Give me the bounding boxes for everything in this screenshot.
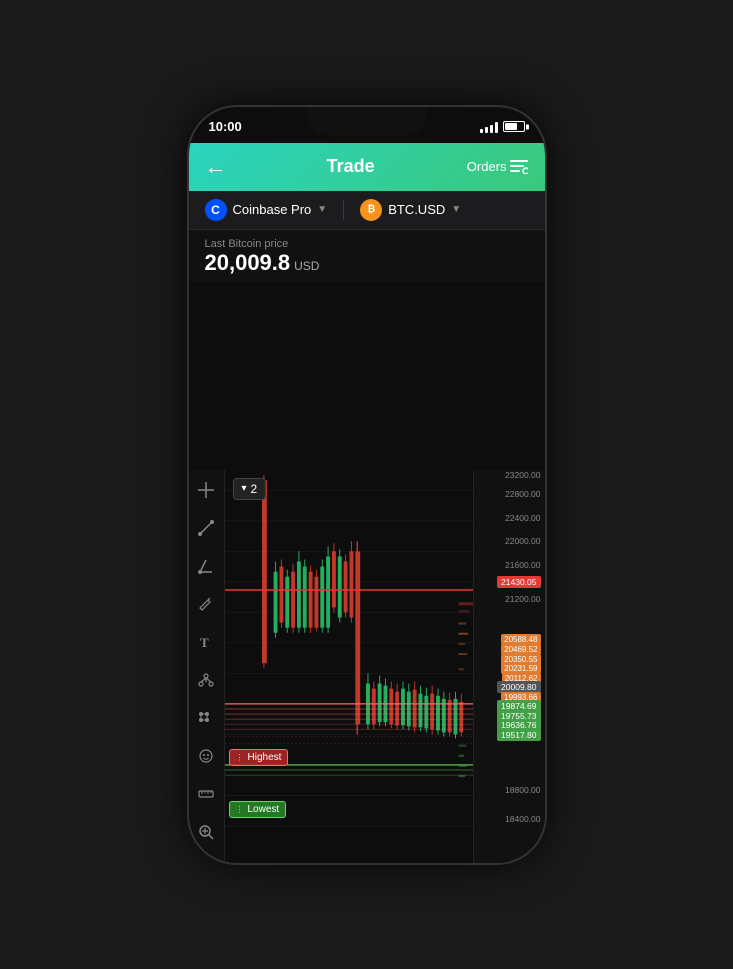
dots-tool[interactable] <box>194 706 218 730</box>
chart-wrapper: T <box>189 470 545 863</box>
price-number: 20,009.8 <box>205 250 291 276</box>
angle-tool[interactable] <box>194 554 218 578</box>
btc-logo: ₿ <box>360 199 382 221</box>
left-toolbar: T <box>189 470 225 863</box>
battery-icon <box>503 121 525 132</box>
highest-text: Highest <box>248 752 282 763</box>
emoji-tool[interactable] <box>194 744 218 768</box>
exchange-divider <box>343 200 344 220</box>
magnet-tool[interactable] <box>194 858 218 863</box>
price-tick-21200: 21200.00 <box>505 594 544 604</box>
crosshair-tool[interactable] <box>194 478 218 502</box>
dropdown-value: 2 <box>251 482 258 496</box>
line-tool[interactable] <box>194 516 218 540</box>
orders-label: Orders <box>467 159 507 174</box>
chart-dropdown-badge[interactable]: ▾ 2 <box>233 478 267 500</box>
pair-selector[interactable]: ₿ BTC.USD ▼ <box>360 199 461 221</box>
pitchfork-tool[interactable] <box>194 668 218 692</box>
dropdown-chevron: ▾ <box>242 483 247 494</box>
text-tool[interactable]: T <box>194 630 218 654</box>
lowest-label: ⋮ Lowest <box>229 801 287 818</box>
signal-bar-3 <box>490 125 493 133</box>
price-tick-23200: 23200.00 <box>505 470 544 480</box>
signal-bar-4 <box>495 122 498 133</box>
price-tick-20231: 20231.59 <box>501 663 544 673</box>
highest-label: ⋮ Highest <box>229 749 289 766</box>
battery-fill <box>505 123 518 130</box>
price-tick-18800: 18800.00 <box>505 785 544 795</box>
price-tick-21600: 21600.00 <box>505 560 544 570</box>
price-label: Last Bitcoin price <box>205 238 529 250</box>
signal-bar-1 <box>480 129 483 133</box>
price-value: 20,009.8 USD <box>205 250 529 276</box>
pencil-tool[interactable] <box>194 592 218 616</box>
status-icons <box>480 121 525 133</box>
chart-area[interactable]: ▾ 2 <box>225 470 473 863</box>
price-tick-22000: 22000.00 <box>505 536 544 546</box>
back-button[interactable]: ← <box>205 154 235 180</box>
price-section: Last Bitcoin price 20,009.8 USD <box>189 230 545 282</box>
signal-bar-2 <box>485 127 488 133</box>
price-tick-18400: 18400.00 <box>505 814 544 824</box>
phone-frame: 10:00 ← Trade Orders <box>187 105 547 865</box>
btc-symbol: ₿ <box>367 204 375 215</box>
price-tick-20469: 20469.52 <box>501 644 544 654</box>
price-tick-22800: 22800.00 <box>505 489 544 499</box>
orders-icon <box>510 160 528 174</box>
main-content: T <box>189 470 545 863</box>
lowest-dots-icon: ⋮ <box>236 805 244 814</box>
status-time: 10:00 <box>209 119 242 134</box>
price-axis: 23200.00 22800.00 22400.00 22000.00 2160… <box>473 470 545 863</box>
price-tick-19517: 19517.80 <box>497 730 544 740</box>
lowest-text: Lowest <box>248 804 280 815</box>
coinbase-symbol: C <box>211 203 220 217</box>
price-currency: USD <box>294 259 319 273</box>
highest-dots-icon: ⋮ <box>236 753 244 762</box>
notch <box>307 107 427 135</box>
ruler-tool[interactable] <box>194 782 218 806</box>
price-tick-22400: 22400.00 <box>505 513 544 523</box>
zoom-in-tool[interactable] <box>194 820 218 844</box>
svg-text:T: T <box>200 635 209 650</box>
header-title: Trade <box>327 156 375 177</box>
pair-dropdown-arrow: ▼ <box>451 204 461 215</box>
price-tick-19517-badge: 19517.80 <box>497 729 540 741</box>
exchange-dropdown-arrow: ▼ <box>317 204 327 215</box>
price-tick-20588: 20588.48 <box>501 634 544 644</box>
price-tick-20009: 20009.80 <box>497 682 544 692</box>
pair-name: BTC.USD <box>388 202 445 217</box>
orders-button[interactable]: Orders <box>467 159 529 174</box>
header: ← Trade Orders <box>189 143 545 191</box>
exchange-name: Coinbase Pro <box>233 202 312 217</box>
exchange-selector[interactable]: C Coinbase Pro ▼ <box>205 199 328 221</box>
phone-screen: 10:00 ← Trade Orders <box>189 107 545 863</box>
exchange-bar: C Coinbase Pro ▼ ₿ BTC.USD ▼ <box>189 191 545 230</box>
price-tick-20350: 20350.55 <box>501 654 544 664</box>
signal-bars-icon <box>480 121 498 133</box>
price-tick-current: 21430.05 <box>497 577 544 587</box>
price-tick-current-badge: 21430.05 <box>497 576 540 588</box>
coinbase-logo: C <box>205 199 227 221</box>
